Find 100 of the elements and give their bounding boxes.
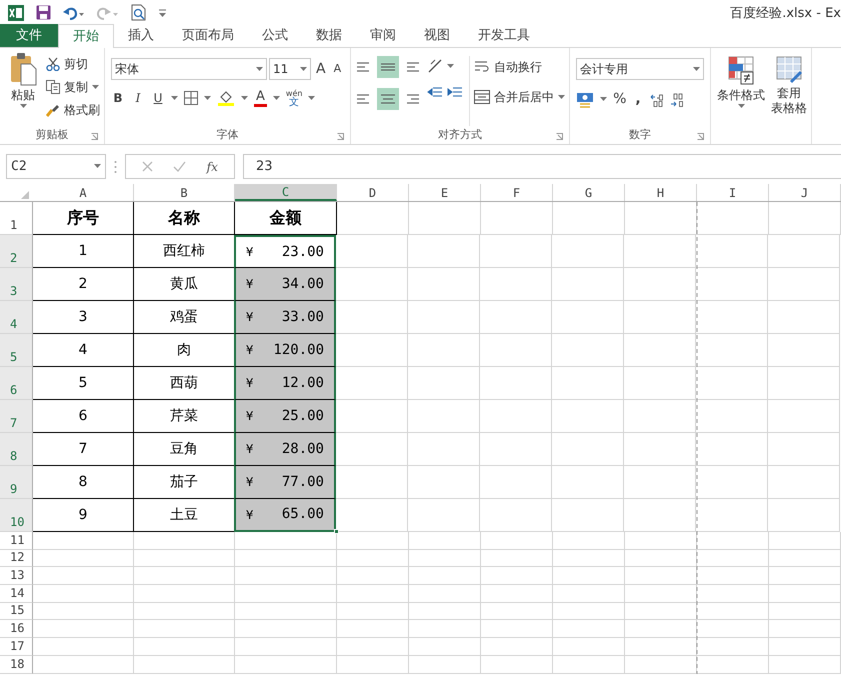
increase-font-size-button[interactable]: A [313,58,329,80]
row-header[interactable]: 1 [0,202,33,235]
grid-cell [696,433,768,466]
dialog-launcher-icon[interactable] [556,133,564,140]
row-header[interactable]: 5 [0,334,33,367]
font-name-dropdown[interactable]: 宋体 [111,58,267,80]
caret-icon[interactable] [204,96,211,100]
phonetic-guide-button[interactable]: wén 文 [286,89,302,107]
decrease-font-size-button[interactable]: A [330,60,344,78]
fill-color-icon[interactable] [217,90,235,106]
fill-handle[interactable] [334,529,339,534]
ribbon-tab[interactable]: 公式 [248,24,302,47]
caret-icon[interactable] [738,104,745,109]
save-icon[interactable] [36,5,51,20]
grid-cell [553,602,625,620]
ribbon-tab[interactable]: 开始 [58,24,114,48]
caret-icon[interactable] [693,66,700,72]
row-header[interactable]: 7 [0,400,33,433]
increase-decimal-icon[interactable] [650,92,664,106]
undo-icon[interactable] [63,6,85,20]
middle-align-icon[interactable] [377,56,400,78]
paste-button[interactable]: 粘贴 [4,52,42,126]
caret-icon[interactable] [600,97,608,102]
ribbon-tab[interactable]: 数据 [302,24,356,47]
grid-cell [337,585,409,603]
caret-icon[interactable] [241,96,248,100]
check-icon[interactable] [173,161,186,172]
row-header[interactable]: 4 [0,301,33,334]
caret-icon[interactable] [308,96,316,100]
ribbon-tab[interactable]: 页面布局 [168,24,248,47]
grid-cell [553,550,625,568]
grid-cell [409,567,481,586]
table-cell: 西红柿 [134,235,235,268]
row-header[interactable]: 14 [0,585,33,603]
bold-button[interactable]: B [111,89,125,107]
caret-icon[interactable] [256,66,263,72]
comma-style-button[interactable]: , [632,89,644,110]
accounting-format-icon[interactable] [576,92,594,108]
row-header[interactable]: 17 [0,638,33,656]
wrap-text-icon [474,60,490,74]
table-cell: ¥ 25.00 [234,400,336,433]
dialog-launcher-icon[interactable] [697,133,704,140]
ribbon-tab[interactable]: 插入 [114,24,168,47]
row-header[interactable]: 16 [0,620,33,638]
row-header[interactable]: 6 [0,367,33,400]
row-header[interactable]: 13 [0,567,33,586]
row-header[interactable]: 8 [0,433,33,466]
format-painter-button[interactable]: 格式刷 [46,100,100,120]
file-tab[interactable]: 文件 [0,24,58,47]
percent-button[interactable]: % [613,89,626,110]
align-center-icon[interactable] [377,88,400,110]
grid-cell [696,466,768,499]
grid-cell [769,202,841,235]
format-as-table-button[interactable]: 套用 表格格 [771,56,808,144]
grid-cell [552,499,624,532]
italic-button[interactable]: I [131,89,145,107]
grid-cell [553,620,625,638]
conditional-formatting-button[interactable]: 条件格式 [715,56,768,144]
ribbon-tab[interactable]: 视图 [410,24,464,47]
caret-icon[interactable] [171,96,178,100]
dialog-launcher-icon[interactable] [91,133,98,140]
caret-icon[interactable] [20,104,26,109]
ribbon-tab[interactable]: 审阅 [356,24,410,47]
caret-icon[interactable] [272,96,280,100]
font-size-dropdown[interactable]: 11 [269,58,311,80]
caret-icon[interactable] [94,164,101,169]
font-color-button[interactable]: A [254,90,267,106]
name-box[interactable]: C2 [6,154,106,179]
borders-icon[interactable] [184,91,198,105]
row-header[interactable]: 9 [0,466,33,499]
caret-icon[interactable] [447,64,454,68]
copy-button[interactable]: 复制 [46,77,100,97]
row-header[interactable]: 12 [0,550,33,568]
grid-cell [769,550,841,568]
row-header[interactable]: 15 [0,602,33,620]
underline-button[interactable]: U [151,89,165,107]
grid-cell [553,656,625,674]
formula-input[interactable]: 23 [243,154,841,179]
row-header[interactable]: 2 [0,235,33,268]
caret-icon[interactable] [92,84,99,90]
column-header[interactable]: C [235,184,337,201]
caret-icon[interactable] [558,94,566,100]
row-header[interactable]: 18 [0,656,33,674]
decrease-decimal-icon[interactable] [670,92,684,106]
dialog-launcher-icon[interactable] [337,133,344,140]
row-header[interactable]: 11 [0,532,33,550]
cut-button[interactable]: 剪切 [46,54,100,74]
table-cell: 8 [33,466,134,499]
ribbon-tab[interactable]: 开发工具 [464,24,544,47]
customize-toolbar-icon[interactable] [159,8,166,16]
row-header[interactable]: 3 [0,268,33,301]
table-cell: ¥ 28.00 [234,433,336,466]
caret-icon[interactable] [300,66,307,72]
number-format-dropdown[interactable]: 会计专用 [576,58,704,80]
grid-cell [625,656,697,674]
merge-center-button[interactable]: 合并后居中 [474,86,566,108]
row-header[interactable]: 10 [0,499,33,532]
insert-function-button[interactable]: fx [206,158,218,176]
wrap-text-button[interactable]: 自动换行 [474,56,566,78]
print-preview-icon[interactable] [131,4,147,21]
